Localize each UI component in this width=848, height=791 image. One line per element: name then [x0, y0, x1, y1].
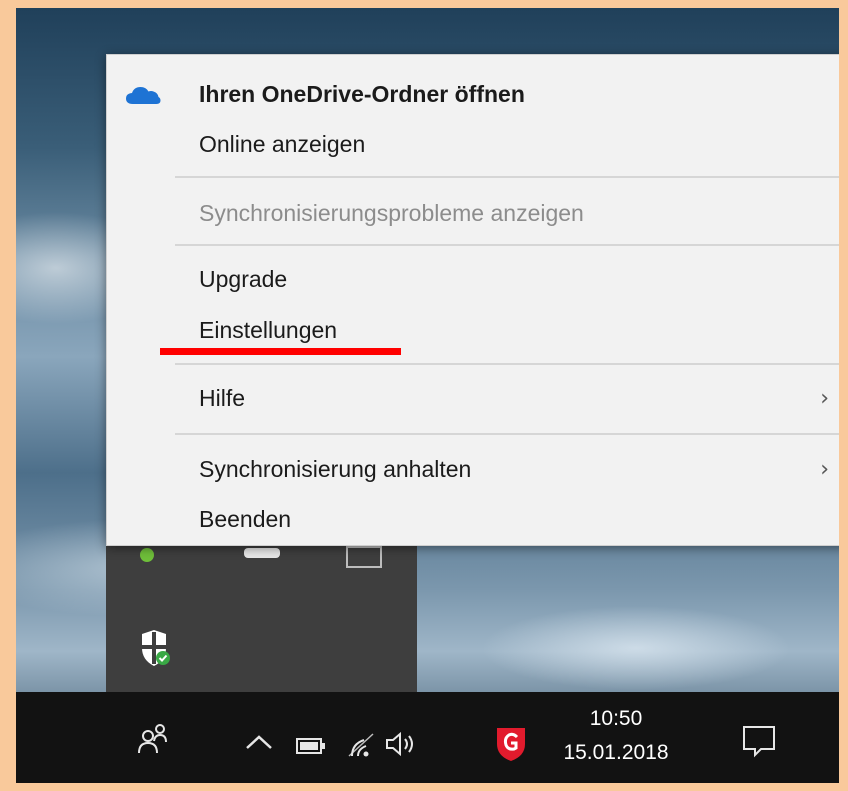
onedrive-context-menu: Ihren OneDrive-Ordner öffnen Online anze… [106, 54, 839, 546]
people-icon[interactable] [136, 722, 172, 761]
menu-item-help[interactable]: Hilfe › [107, 375, 839, 421]
menu-item-label: Upgrade [199, 265, 288, 292]
menu-item-label: Hilfe [199, 384, 246, 411]
gdata-antivirus-icon[interactable] [494, 724, 528, 767]
desktop-background: Ihren OneDrive-Ordner öffnen Online anze… [16, 8, 839, 783]
highlight-underline [160, 348, 401, 355]
taskbar: 10:50 15.01.2018 [16, 692, 839, 783]
usb-drive-icon[interactable] [244, 548, 280, 558]
menu-separator [175, 176, 839, 178]
menu-item-open-onedrive-folder[interactable]: Ihren OneDrive-Ordner öffnen [107, 71, 839, 117]
menu-item-exit[interactable]: Beenden [107, 496, 839, 542]
keyboard-icon[interactable] [346, 546, 382, 568]
menu-separator [175, 363, 839, 365]
menu-separator [175, 244, 839, 246]
menu-item-upgrade[interactable]: Upgrade [107, 256, 839, 302]
menu-separator [175, 433, 839, 435]
windows-defender-icon[interactable] [136, 628, 172, 668]
menu-item-settings[interactable]: Einstellungen [107, 307, 839, 353]
menu-item-label: Beenden [199, 505, 292, 532]
green-status-icon[interactable] [140, 548, 154, 562]
action-center-icon[interactable] [741, 724, 777, 763]
menu-item-label: Einstellungen [199, 316, 338, 343]
menu-item-view-online[interactable]: Online anzeigen [107, 121, 839, 167]
clock-date: 15.01.2018 [563, 741, 669, 764]
wifi-icon[interactable] [346, 730, 376, 763]
menu-item-pause-sync[interactable]: Synchronisierung anhalten › [107, 446, 839, 492]
taskbar-clock[interactable]: 10:50 15.01.2018 [556, 702, 676, 770]
menu-item-sync-problems[interactable]: Synchronisierungsprobleme anzeigen [107, 190, 839, 236]
battery-icon[interactable] [296, 737, 326, 760]
menu-item-label: Online anzeigen [199, 130, 366, 157]
menu-item-label: Ihren OneDrive-Ordner öffnen [199, 80, 525, 107]
chevron-right-icon: › [820, 385, 829, 411]
menu-item-label: Synchronisierung anhalten [199, 455, 472, 482]
menu-item-label: Synchronisierungsprobleme anzeigen [199, 199, 584, 226]
volume-icon[interactable] [384, 730, 420, 763]
clock-time: 10:50 [589, 707, 643, 730]
chevron-up-icon[interactable] [244, 732, 274, 757]
onedrive-cloud-icon [125, 84, 161, 111]
chevron-right-icon: › [820, 456, 829, 482]
